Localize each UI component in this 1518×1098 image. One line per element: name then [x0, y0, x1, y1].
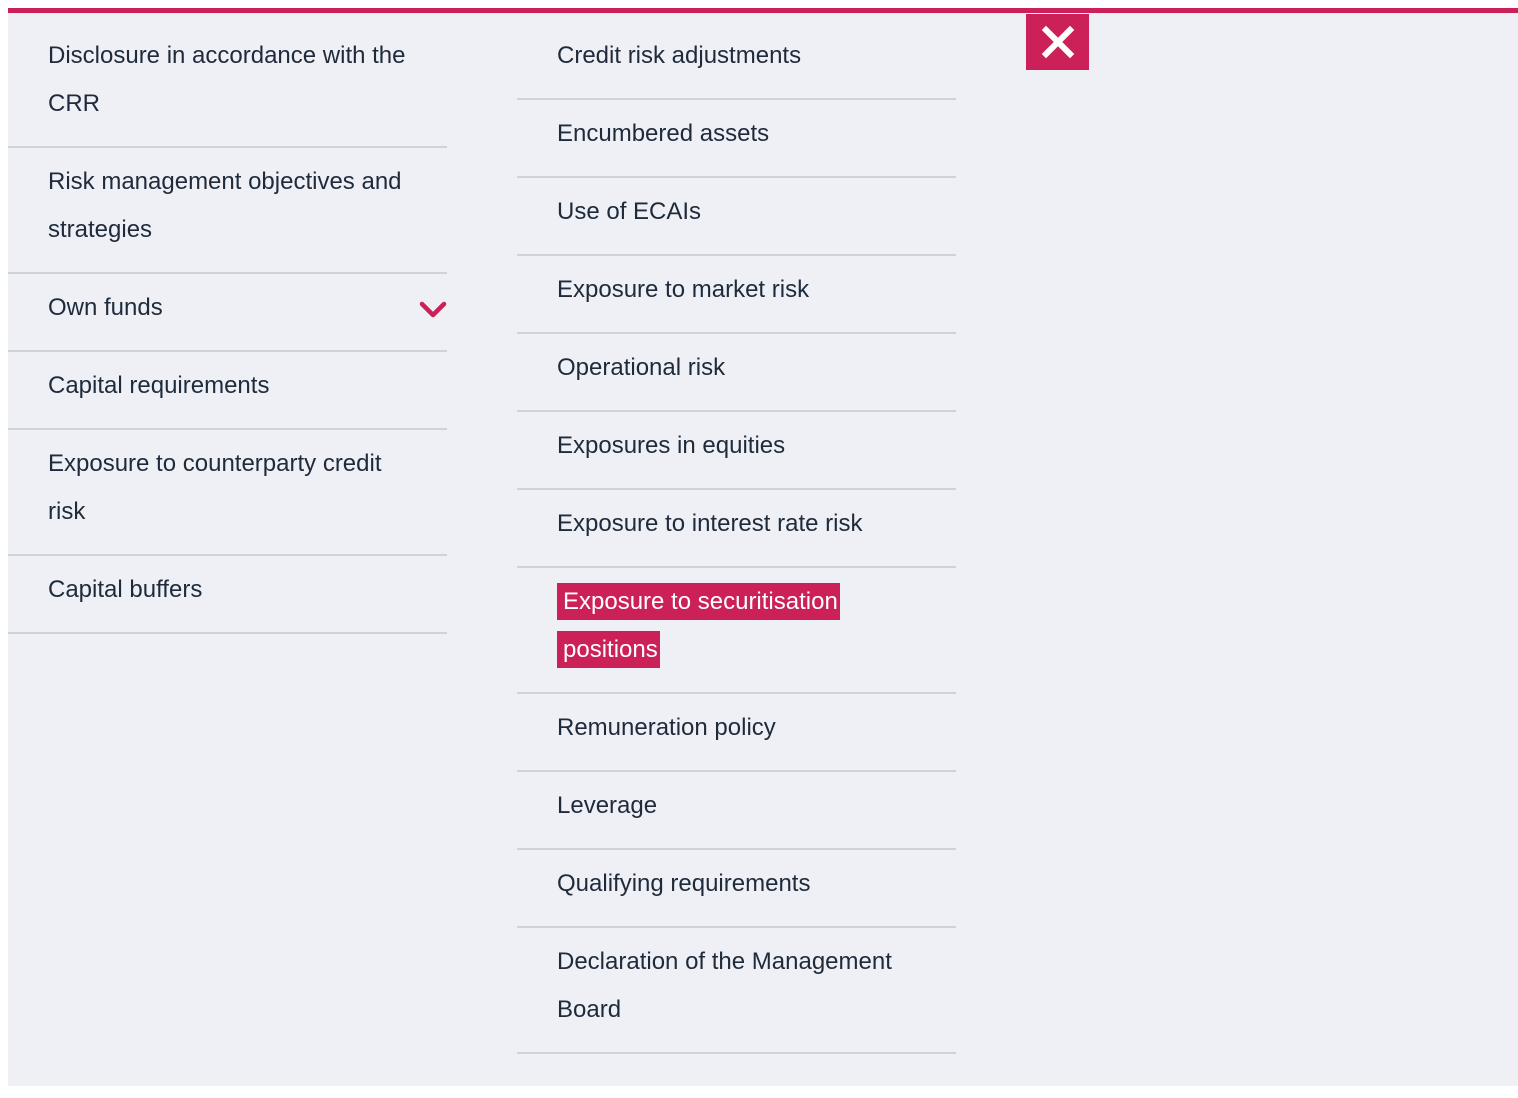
menu-item-interest-rate-risk[interactable]: Exposure to interest rate risk [517, 490, 956, 568]
menu-item-leverage[interactable]: Leverage [517, 772, 956, 850]
chevron-down-icon[interactable] [419, 301, 447, 319]
menu-item-label: Qualifying requirements [557, 870, 811, 897]
menu-item-operational-risk[interactable]: Operational risk [517, 334, 956, 412]
menu-item-label: Exposures in equities [557, 432, 786, 459]
left-menu-column: Disclosure in accordance with the CRR Ri… [8, 22, 447, 634]
menu-item-label: Capital buffers [48, 576, 203, 603]
menu-item-encumbered-assets[interactable]: Encumbered assets [517, 100, 956, 178]
menu-item-disclosure-crr[interactable]: Disclosure in accordance with the CRR [8, 22, 447, 148]
menu-item-label: Leverage [557, 792, 658, 819]
menu-item-label: Declaration of the Management Board [557, 948, 892, 1023]
menu-item-label: Risk management objectives and strategie… [48, 168, 402, 243]
menu-item-label: Disclosure in accordance with the CRR [48, 42, 406, 117]
menu-item-securitisation-positions[interactable]: Exposure to securitisation positions [517, 568, 956, 694]
close-icon [1041, 25, 1074, 59]
menu-item-counterparty-credit-risk[interactable]: Exposure to counterparty credit risk [8, 430, 447, 556]
menu-item-remuneration-policy[interactable]: Remuneration policy [517, 694, 956, 772]
menu-item-management-board-declaration[interactable]: Declaration of the Management Board [517, 928, 956, 1054]
menu-item-label: Capital requirements [48, 372, 270, 399]
menu-item-label: Exposure to market risk [557, 276, 810, 303]
menu-item-market-risk[interactable]: Exposure to market risk [517, 256, 956, 334]
close-menu-button[interactable] [1026, 14, 1089, 70]
menu-item-exposures-in-equities[interactable]: Exposures in equities [517, 412, 956, 490]
menu-item-label: Encumbered assets [557, 120, 770, 147]
navigation-menu-panel: Disclosure in accordance with the CRR Ri… [8, 8, 1518, 1086]
menu-item-use-of-ecais[interactable]: Use of ECAIs [517, 178, 956, 256]
menu-item-label: Operational risk [557, 354, 726, 381]
menu-item-credit-risk-adjustments[interactable]: Credit risk adjustments [517, 22, 956, 100]
menu-item-risk-management[interactable]: Risk management objectives and strategie… [8, 148, 447, 274]
menu-item-own-funds[interactable]: Own funds [8, 274, 447, 352]
menu-item-label: Remuneration policy [557, 714, 776, 741]
right-menu-column: Credit risk adjustments Encumbered asset… [517, 22, 956, 1054]
menu-item-label: Exposure to counterparty credit risk [48, 450, 382, 525]
menu-item-label: Use of ECAIs [557, 198, 702, 225]
menu-item-label: Credit risk adjustments [557, 42, 802, 69]
menu-item-label: Exposure to interest rate risk [557, 510, 863, 537]
menu-item-label: Own funds [48, 294, 163, 321]
menu-item-label-active: Exposure to securitisation positions [557, 583, 840, 668]
menu-item-capital-requirements[interactable]: Capital requirements [8, 352, 447, 430]
menu-item-qualifying-requirements[interactable]: Qualifying requirements [517, 850, 956, 928]
menu-item-capital-buffers[interactable]: Capital buffers [8, 556, 447, 634]
